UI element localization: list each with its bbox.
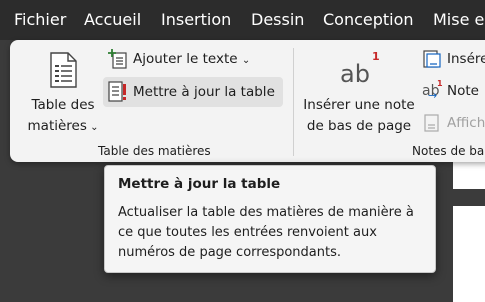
footnote-icon: ab 1	[340, 50, 380, 88]
tab-fichier[interactable]: Fichier	[14, 10, 66, 29]
insert-footnote-label-line2: de bas de page	[306, 118, 412, 134]
insert-footnote-label-line1: Insérer une note	[303, 97, 415, 113]
tooltip: Mettre à jour la table Actualiser la tab…	[104, 165, 436, 273]
chevron-down-icon: ⌄	[241, 55, 251, 66]
show-notes-button[interactable]: Affich	[420, 112, 485, 136]
document-page	[453, 206, 485, 302]
update-table-icon	[108, 81, 126, 102]
ribbon: Table des matières ⌄ Ajouter le texte ⌄	[10, 40, 485, 162]
toc-group-label: Table des matières	[98, 144, 211, 158]
tab-insertion[interactable]: Insertion	[161, 10, 231, 29]
tooltip-title: Mettre à jour la table	[118, 176, 281, 192]
tab-dessin[interactable]: Dessin	[251, 10, 304, 29]
tab-accueil[interactable]: Accueil	[84, 10, 141, 29]
insert-footnote-button[interactable]: ab 1 Insérer une note de bas de page	[302, 46, 416, 136]
tab-mise-en-page[interactable]: Mise en	[433, 10, 485, 29]
next-footnote-button[interactable]: ab 1 → Note	[420, 79, 485, 104]
show-notes-icon	[424, 114, 439, 132]
menu-bar: Fichier Accueil Insertion Dessin Concept…	[0, 0, 485, 40]
update-table-button[interactable]: Mettre à jour la table	[106, 78, 282, 106]
insert-endnote-label: Insérer	[447, 51, 485, 67]
insert-endnote-button[interactable]: Insérer	[420, 48, 485, 72]
add-text-button[interactable]: Ajouter le texte ⌄	[106, 48, 266, 72]
show-notes-label: Affich	[447, 115, 485, 131]
table-of-contents-label-line1: Table des	[31, 97, 95, 113]
tab-conception[interactable]: Conception	[323, 10, 414, 29]
chevron-down-icon: ⌄	[86, 122, 99, 133]
table-of-contents-button[interactable]: Table des matières ⌄	[18, 46, 106, 136]
next-footnote-icon: ab 1 →	[422, 79, 443, 102]
table-of-contents-icon	[50, 52, 77, 88]
add-text-icon	[108, 49, 127, 69]
add-text-label: Ajouter le texte	[133, 51, 238, 67]
group-separator	[293, 48, 294, 156]
footnotes-group-label: Notes de ba	[412, 144, 485, 158]
next-footnote-label: Note	[447, 83, 479, 99]
tooltip-body: Actualiser la table des matières de mani…	[118, 205, 414, 260]
update-table-label: Mettre à jour la table	[133, 84, 275, 100]
insert-endnote-icon	[423, 50, 441, 68]
table-of-contents-label-line2: matières ⌄	[27, 118, 99, 134]
